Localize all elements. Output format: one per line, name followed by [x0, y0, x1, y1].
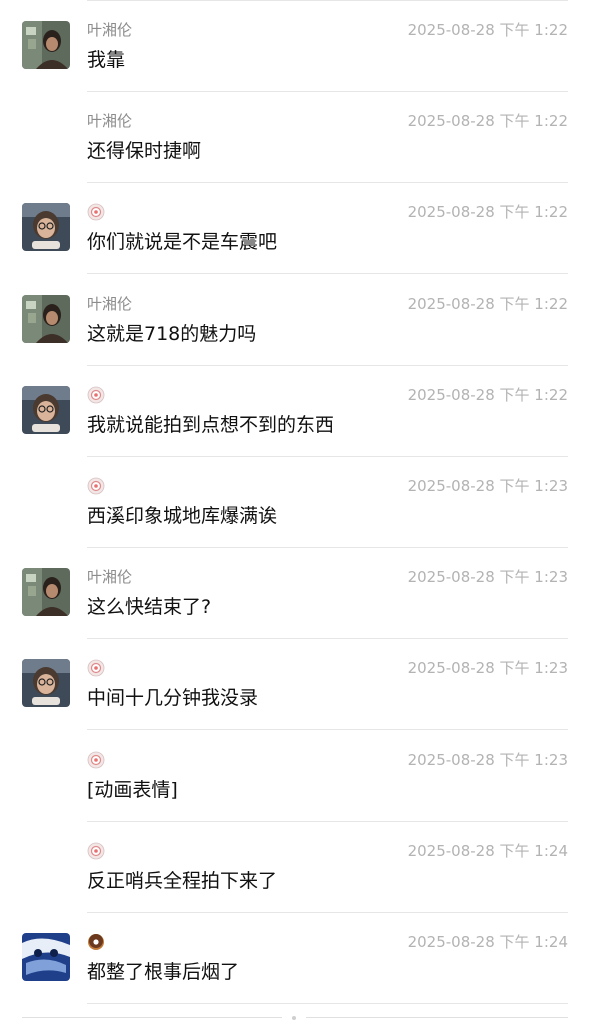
- sender-emoji-name: [87, 202, 105, 222]
- message-text: 你们就说是不是车震吧: [87, 231, 278, 254]
- message-row[interactable]: 2025-08-28 下午 1:23 中间十几分钟我没录: [0, 639, 590, 731]
- message-text: 这么快结束了?: [87, 596, 212, 619]
- bubble-emoji-icon: [87, 477, 105, 495]
- avatar[interactable]: [22, 933, 70, 981]
- message-timestamp: 2025-08-28 下午 1:24: [407, 841, 568, 860]
- sender-emoji-name: [87, 750, 105, 770]
- message-row[interactable]: 2025-08-28 下午 1:23 西溪印象城地库爆满诶: [0, 457, 590, 548]
- message-row[interactable]: 叶湘伦 2025-08-28 下午 1:22 这就是718的魅力吗: [0, 275, 590, 366]
- message-timestamp: 2025-08-28 下午 1:22: [407, 203, 568, 222]
- bubble-emoji-icon: [87, 386, 105, 404]
- sender-emoji-name: [87, 658, 105, 678]
- sender-name: 叶湘伦: [87, 112, 133, 131]
- sender-emoji-name: [87, 476, 105, 496]
- message-text: 这就是718的魅力吗: [87, 322, 257, 345]
- message-text: 反正哨兵全程拍下来了: [87, 869, 278, 892]
- message-timestamp: 2025-08-28 下午 1:22: [407, 112, 568, 131]
- avatar[interactable]: [22, 203, 70, 252]
- message-timestamp: 2025-08-28 下午 1:23: [407, 659, 568, 678]
- bottom-line-right: [306, 1017, 568, 1018]
- sender-name: 叶湘伦: [87, 294, 133, 313]
- message-timestamp: 2025-08-28 下午 1:23: [407, 477, 568, 495]
- bottom-line-left: [22, 1017, 282, 1018]
- bottom-scroll-indicator: [22, 1016, 568, 1020]
- bubble-emoji-icon: [87, 842, 105, 860]
- message-row[interactable]: 叶湘伦 2025-08-28 下午 1:22 我靠: [0, 1, 590, 92]
- sender-name: 叶湘伦: [87, 21, 133, 39]
- message-text: 我靠: [87, 49, 126, 71]
- message-timestamp: 2025-08-28 下午 1:22: [407, 21, 568, 39]
- message-timestamp: 2025-08-28 下午 1:22: [407, 385, 568, 404]
- avatar[interactable]: [22, 294, 70, 343]
- message-text: 西溪印象城地库爆满诶: [87, 505, 278, 527]
- message-text: [动画表情]: [87, 778, 178, 801]
- avatar[interactable]: [22, 385, 70, 434]
- sender-emoji-name: [87, 385, 105, 405]
- bubble-emoji-icon: [87, 751, 105, 769]
- avatar[interactable]: [22, 659, 70, 708]
- message-text: 中间十几分钟我没录: [87, 687, 259, 710]
- message-text: 还得保时捷啊: [87, 140, 202, 163]
- avatar[interactable]: [22, 568, 70, 617]
- message-timestamp: 2025-08-28 下午 1:23: [407, 568, 568, 587]
- row-divider: [87, 1003, 568, 1004]
- message-timestamp: 2025-08-28 下午 1:24: [407, 933, 568, 951]
- message-row[interactable]: 2025-08-28 下午 1:22 你们就说是不是车震吧: [0, 183, 590, 275]
- donut-emoji-icon: [87, 933, 105, 951]
- message-row[interactable]: 2025-08-28 下午 1:22 我就说能拍到点想不到的东西: [0, 366, 590, 457]
- message-row[interactable]: 2025-08-28 下午 1:23 [动画表情]: [0, 731, 590, 822]
- sender-emoji-name: [87, 841, 105, 861]
- avatar[interactable]: [22, 21, 70, 69]
- sender-emoji-name: [87, 932, 105, 952]
- chat-history-list: 叶湘伦 2025-08-28 下午 1:22 我靠 叶湘伦 2025-08-28 下午 …: [0, 0, 590, 1024]
- bubble-emoji-icon: [87, 659, 105, 677]
- sender-name: 叶湘伦: [87, 568, 133, 587]
- bubble-emoji-icon: [87, 203, 105, 221]
- message-text: 都整了根事后烟了: [87, 961, 240, 983]
- message-text: 我就说能拍到点想不到的东西: [87, 413, 335, 436]
- message-timestamp: 2025-08-28 下午 1:23: [407, 750, 568, 769]
- message-row[interactable]: 2025-08-28 下午 1:24 反正哨兵全程拍下来了: [0, 822, 590, 913]
- message-timestamp: 2025-08-28 下午 1:22: [407, 294, 568, 313]
- message-row[interactable]: 2025-08-28 下午 1:24 都整了根事后烟了: [0, 913, 590, 1004]
- bottom-dot: [292, 1016, 296, 1020]
- message-row[interactable]: 叶湘伦 2025-08-28 下午 1:23 这么快结束了?: [0, 548, 590, 640]
- message-row[interactable]: 叶湘伦 2025-08-28 下午 1:22 还得保时捷啊: [0, 92, 590, 184]
